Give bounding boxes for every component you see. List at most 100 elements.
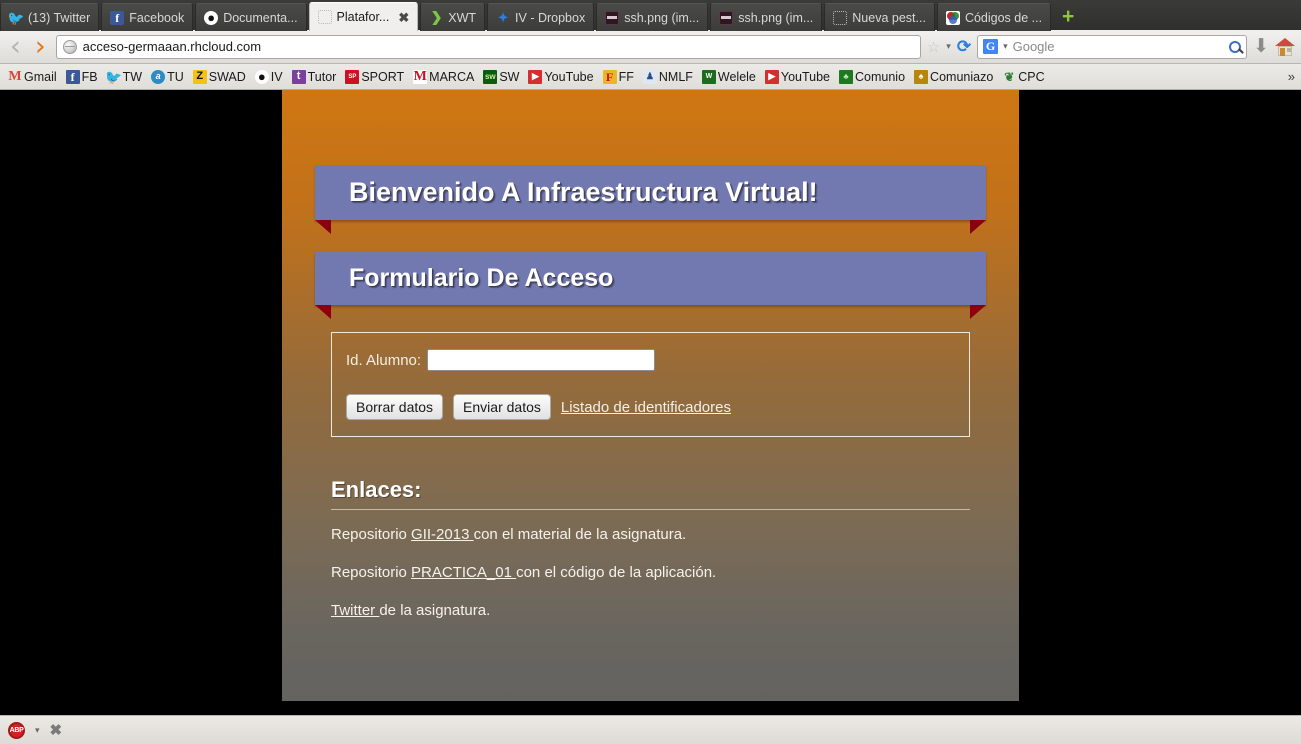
- search-icon[interactable]: [1229, 40, 1242, 53]
- bookmark-iv[interactable]: ● IV: [251, 69, 287, 85]
- cpc-icon: ❦: [1004, 69, 1015, 84]
- tab-label: Platafor...: [336, 10, 390, 24]
- links-section: Enlaces: Repositorio GII-2013 con el mat…: [331, 477, 970, 619]
- facebook-icon: f: [110, 10, 125, 25]
- sw-icon: sw: [483, 69, 498, 84]
- clear-data-button[interactable]: Borrar datos: [346, 394, 444, 420]
- tab-label: XWT: [448, 10, 477, 25]
- chevron-down-icon[interactable]: ▾: [1003, 41, 1008, 52]
- twitter-link[interactable]: Twitter: [331, 602, 379, 619]
- bookmark-nmlf[interactable]: ♟ NMLF: [639, 69, 697, 85]
- adblock-plus-icon[interactable]: ABP: [8, 721, 25, 739]
- browser-tab-nueva-pestana[interactable]: Nueva pest...: [824, 3, 935, 31]
- submit-data-button[interactable]: Enviar datos: [453, 394, 551, 420]
- github-icon: ●: [204, 10, 219, 25]
- bookmark-marca[interactable]: M MARCA: [409, 69, 478, 85]
- bookmark-comunio[interactable]: ♣ Comunio: [835, 69, 909, 85]
- browser-tab-plataforma-active[interactable]: Platafor... ✖: [308, 2, 419, 31]
- home-icon[interactable]: [1275, 37, 1295, 56]
- blank-page-icon: [317, 10, 332, 24]
- bookmark-label: FF: [618, 69, 634, 84]
- download-icon[interactable]: ⬇: [1253, 37, 1269, 56]
- close-icon[interactable]: ✖: [50, 721, 63, 739]
- marca-icon: M: [413, 69, 428, 84]
- forward-button[interactable]: ›: [31, 33, 50, 60]
- page-title: Bienvenido A Infraestructura Virtual!: [349, 177, 818, 207]
- form-title: Formulario De Acceso: [349, 264, 614, 292]
- web-page-content: Bienvenido A Infraestructura Virtual! Fo…: [282, 90, 1019, 701]
- bookmark-sw[interactable]: sw SW: [479, 69, 523, 85]
- bookmark-label: Comunio: [855, 69, 906, 84]
- comunio-icon: ♣: [839, 69, 854, 84]
- link-suffix: de la asignatura.: [379, 602, 491, 619]
- browser-tab-ssh-png-1[interactable]: ssh.png (im...: [596, 3, 709, 31]
- search-input[interactable]: Google: [1013, 39, 1224, 54]
- search-bar[interactable]: G ▾ Google: [977, 34, 1248, 59]
- bookmark-label: YouTube: [544, 69, 594, 84]
- github-icon: ●: [254, 69, 269, 84]
- image-file-icon: [719, 10, 734, 25]
- nmlf-icon: ♟: [642, 69, 657, 84]
- bookmark-label: YouTube: [780, 69, 831, 84]
- bookmark-label: SW: [499, 69, 520, 84]
- student-id-field-row: Id. Alumno:: [346, 349, 955, 371]
- address-bar[interactable]: acceso-germaaan.rhcloud.com: [55, 34, 921, 59]
- ribbon-fold-left-icon: [315, 220, 331, 234]
- form-banner-wrap: Formulario De Acceso: [315, 252, 986, 319]
- bookmark-cpc[interactable]: ❦ CPC: [998, 69, 1048, 85]
- bookmark-tu[interactable]: a TU: [147, 69, 188, 85]
- bookmark-star-icon[interactable]: ☆: [927, 38, 940, 56]
- student-id-input[interactable]: [427, 349, 656, 371]
- bookmark-youtube-2[interactable]: ▶ YouTube: [761, 69, 834, 85]
- link-suffix: con el código de la aplicación.: [516, 564, 717, 581]
- bookmark-swad[interactable]: Z SWAD: [189, 69, 250, 85]
- url-text: acceso-germaaan.rhcloud.com: [82, 39, 262, 54]
- tab-label: IV - Dropbox: [515, 10, 586, 25]
- bookmark-ff[interactable]: F FF: [599, 69, 638, 85]
- link-suffix: con el material de la asignatura.: [473, 526, 687, 543]
- bookmark-label: IV: [270, 69, 283, 84]
- bookmark-sport[interactable]: SP SPORT: [341, 69, 408, 85]
- bookmark-gmail[interactable]: M Gmail: [4, 69, 61, 85]
- twitter-icon: 🐦: [9, 11, 23, 25]
- image-file-icon: [605, 10, 620, 25]
- back-button[interactable]: ‹: [6, 33, 25, 60]
- facebook-icon: f: [65, 69, 80, 84]
- chevron-down-icon[interactable]: ▾: [35, 725, 40, 736]
- browser-tab-iv-dropbox[interactable]: ✦ IV - Dropbox: [487, 3, 595, 31]
- bookmark-welele[interactable]: W Welele: [698, 69, 760, 85]
- practica-01-link[interactable]: PRACTICA_01: [411, 564, 516, 581]
- new-tab-button[interactable]: +: [1057, 5, 1079, 27]
- bookmarks-overflow-button[interactable]: »: [1288, 69, 1295, 84]
- bookmark-label: FB: [81, 69, 98, 84]
- chevron-down-icon[interactable]: ▾: [946, 41, 951, 52]
- reload-icon[interactable]: ⟳: [957, 37, 971, 57]
- status-bar: ABP ▾ ✖: [0, 715, 1301, 744]
- gii-2013-link[interactable]: GII-2013: [411, 526, 474, 543]
- tab-label: (13) Twitter: [28, 10, 91, 25]
- divider: [331, 509, 970, 510]
- student-id-label: Id. Alumno:: [346, 351, 422, 369]
- bookmark-fb[interactable]: f FB: [62, 69, 102, 85]
- bookmark-youtube-1[interactable]: ▶ YouTube: [524, 69, 597, 85]
- close-icon[interactable]: ✖: [398, 11, 409, 24]
- banner-area: Bienvenido A Infraestructura Virtual! Fo…: [282, 165, 1019, 619]
- tab-label: Documenta...: [223, 10, 298, 25]
- browser-tab-documentacion[interactable]: ● Documenta...: [195, 3, 307, 31]
- browser-tab-twitter[interactable]: 🐦 (13) Twitter: [0, 3, 100, 31]
- browser-tab-ssh-png-2[interactable]: ssh.png (im...: [710, 3, 823, 31]
- bookmark-comuniazo[interactable]: ♠ Comuniazo: [910, 69, 997, 85]
- navigation-toolbar: ‹ › acceso-germaaan.rhcloud.com ☆ ▾ ⟳ G …: [0, 30, 1301, 64]
- link-line-twitter: Twitter de la asignatura.: [331, 602, 970, 619]
- bookmark-label: Gmail: [24, 69, 57, 84]
- swad-icon: Z: [192, 69, 207, 84]
- browser-tab-codigos[interactable]: Códigos de ...: [936, 3, 1052, 31]
- tuenti-icon: a: [151, 69, 166, 84]
- form-banner: Formulario De Acceso: [315, 252, 986, 319]
- identifier-list-link[interactable]: Listado de identificadores: [561, 399, 731, 416]
- browser-tab-facebook[interactable]: f Facebook: [101, 3, 194, 31]
- bookmark-tw[interactable]: 🐦TW: [103, 69, 146, 85]
- browser-tab-xwt[interactable]: ❯ XWT: [420, 3, 486, 31]
- bookmark-tutor[interactable]: t Tutor: [288, 69, 341, 85]
- bookmark-label: TW: [122, 69, 143, 84]
